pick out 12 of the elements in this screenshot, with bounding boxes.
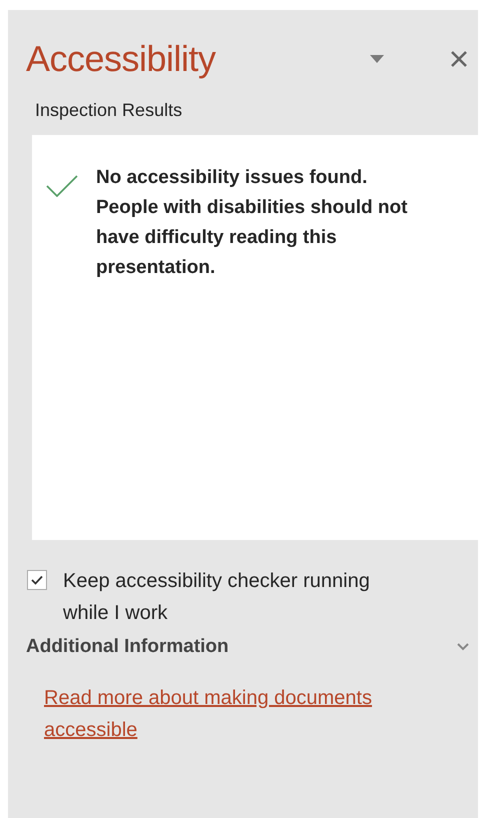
pane-title: Accessibility — [26, 38, 217, 80]
result-message: No accessibility issues found. People with disabilities should not have difficulty reading this presentation. — [96, 166, 408, 280]
chevron-icon — [456, 642, 470, 652]
checkmark-icon — [46, 175, 78, 197]
help-link[interactable]: Read more about making documents accessible — [44, 682, 454, 746]
checkbox[interactable] — [27, 570, 47, 590]
close-icon — [450, 50, 468, 68]
section-label: Inspection Results — [35, 100, 184, 121]
section-header[interactable]: Additional Information — [26, 636, 470, 658]
check-icon — [31, 575, 43, 585]
caret-icon — [370, 55, 384, 63]
checkbox-label: Keep accessibility checker running while I work — [63, 569, 371, 626]
